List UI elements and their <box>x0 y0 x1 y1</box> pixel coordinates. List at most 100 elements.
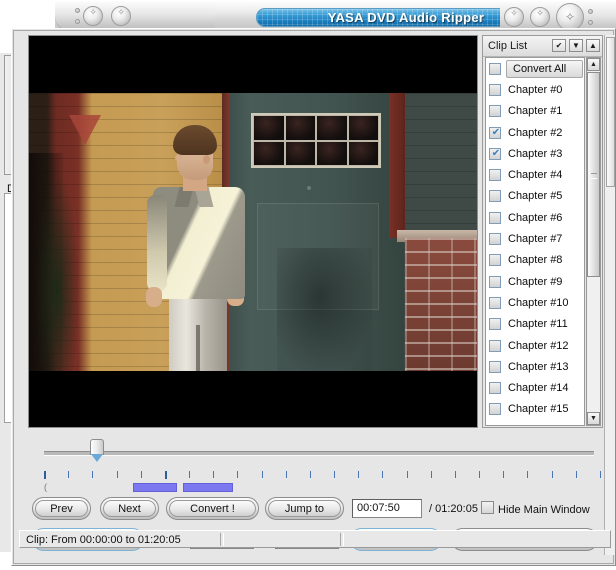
chapter-tick <box>92 471 93 478</box>
scroll-thumb[interactable] <box>587 72 600 277</box>
clip-list-item[interactable]: Chapter #10 <box>486 292 584 313</box>
nav-knob-right-3-icon[interactable]: ✧ <box>556 3 584 31</box>
title-bar-left-plate: ✧ ✧ <box>55 2 215 31</box>
clip-list-item[interactable]: Chapter #9 <box>486 271 584 292</box>
status-bar: Clip: From 00:00:00 to 01:20:05 <box>19 530 611 548</box>
window-body: Clip List ✔ ▼ ▲ Convert AllChapter #0Cha… <box>11 28 616 566</box>
clip-list-item[interactable]: Chapter #7 <box>486 228 584 249</box>
seek-thumb-pointer-icon <box>91 454 103 462</box>
clip-item-label: Chapter #8 <box>508 254 562 266</box>
diamond-glyph-icon: ✧ <box>531 8 549 26</box>
clip-list-item[interactable]: Chapter #2 <box>486 122 584 143</box>
window-scrollbar[interactable] <box>604 35 615 555</box>
clip-list-item[interactable]: Convert All <box>486 58 584 79</box>
scroll-down-button[interactable]: ▼ <box>587 412 600 425</box>
clip-list-item[interactable]: Chapter #4 <box>486 164 584 185</box>
clip-list-item[interactable]: Chapter #3 <box>486 143 584 164</box>
chapter-tick <box>431 471 432 478</box>
chapter-tick <box>286 471 287 478</box>
chapter-tick <box>44 471 46 479</box>
person-hand-left <box>146 287 162 307</box>
chapter-tick <box>576 471 577 478</box>
clip-list-item[interactable]: Chapter #14 <box>486 377 584 398</box>
convert-button[interactable]: Convert ! <box>166 497 259 520</box>
clip-checkbox[interactable] <box>489 382 501 394</box>
diamond-glyph-icon: ✧ <box>84 7 102 25</box>
clip-checkbox[interactable] <box>489 254 501 266</box>
clip-list-item[interactable] <box>486 420 584 426</box>
seek-thumb[interactable] <box>90 439 104 461</box>
check-all-button[interactable]: ✔ <box>552 39 566 52</box>
next-button[interactable]: Next <box>100 497 159 520</box>
clip-list-item[interactable]: Chapter #6 <box>486 207 584 228</box>
chapter-tick <box>382 471 383 478</box>
seek-area: ( <box>28 433 603 493</box>
prev-button-label: Prev <box>35 500 88 517</box>
hide-main-window-checkbox[interactable] <box>481 501 494 514</box>
clip-checkbox[interactable] <box>489 190 501 202</box>
move-up-button[interactable]: ▲ <box>586 39 600 52</box>
scene-door-knob <box>307 186 311 190</box>
clip-checkbox[interactable] <box>489 276 501 288</box>
chapter-tick <box>237 471 238 478</box>
clip-checkbox[interactable] <box>489 403 501 415</box>
chapter-tick <box>479 471 480 478</box>
clip-checkbox[interactable] <box>489 148 501 160</box>
video-preview[interactable] <box>28 35 478 428</box>
clip-checkbox[interactable] <box>489 233 501 245</box>
clip-item-label: Chapter #1 <box>508 105 562 117</box>
status-bar-divider <box>220 533 224 546</box>
window-scrollbar-thumb[interactable] <box>606 37 615 187</box>
clip-checkbox[interactable] <box>489 361 501 373</box>
clip-list-item[interactable]: Chapter #13 <box>486 356 584 377</box>
clip-item-label: Chapter #0 <box>508 84 562 96</box>
current-time-field[interactable]: 00:07:50 <box>352 499 422 518</box>
chapter-block[interactable] <box>183 483 233 492</box>
scene-pennant <box>69 115 101 145</box>
chapter-tick <box>310 471 311 478</box>
nav-knob-right-1-icon[interactable]: ✧ <box>504 7 524 27</box>
person-arm-left <box>147 195 167 291</box>
clip-checkbox[interactable] <box>489 425 501 426</box>
seek-track[interactable] <box>44 451 594 456</box>
chapter-tick <box>334 471 335 478</box>
clip-item-label: Chapter #7 <box>508 233 562 245</box>
clip-item-label: Chapter #5 <box>508 190 562 202</box>
clip-list-item[interactable]: Chapter #8 <box>486 250 584 271</box>
clip-list-item[interactable]: Chapter #12 <box>486 335 584 356</box>
clip-item-label: Chapter #9 <box>508 276 562 288</box>
clip-list-item[interactable]: Chapter #15 <box>486 399 584 420</box>
clip-list-items[interactable]: Convert All Chapter #0 Chapter #1 Chapter #… <box>485 57 585 426</box>
clip-checkbox[interactable] <box>489 297 501 309</box>
clip-item-label: Chapter #3 <box>508 148 562 160</box>
clip-checkbox[interactable] <box>489 105 501 117</box>
clip-checkbox[interactable] <box>489 169 501 181</box>
clip-list-item[interactable]: Chapter #5 <box>486 186 584 207</box>
nav-knob-left-2-icon[interactable]: ✧ <box>111 6 131 26</box>
clip-list-item[interactable]: Chapter #11 <box>486 314 584 335</box>
clip-item-label: Chapter #10 <box>508 297 569 309</box>
clip-checkbox[interactable] <box>489 318 501 330</box>
clip-checkbox[interactable] <box>489 84 501 96</box>
chapter-blocks[interactable] <box>44 483 600 493</box>
jump-to-button[interactable]: Jump to <box>265 497 344 520</box>
clip-list-item[interactable]: Chapter #1 <box>486 101 584 122</box>
clip-item-label: Chapter #12 <box>508 340 569 352</box>
chapter-block[interactable] <box>133 483 177 492</box>
clip-list-item[interactable]: Chapter #0 <box>486 79 584 100</box>
diamond-glyph-icon: ✧ <box>112 7 130 25</box>
nav-knob-left-1-icon[interactable]: ✧ <box>83 6 103 26</box>
main-window: YASA DVD Audio Ripper ✧ ✧ ✧ ✧ ✧ <box>4 0 616 566</box>
person-trouser-gap <box>196 325 200 371</box>
nav-knob-right-2-icon[interactable]: ✧ <box>530 7 550 27</box>
clip-checkbox[interactable] <box>489 212 501 224</box>
clip-checkbox[interactable] <box>489 127 501 139</box>
next-button-label: Next <box>103 500 156 517</box>
scroll-up-button[interactable]: ▲ <box>587 58 600 71</box>
clip-checkbox[interactable] <box>489 340 501 352</box>
chapter-tick <box>117 471 118 478</box>
move-down-button[interactable]: ▼ <box>569 39 583 52</box>
prev-button[interactable]: Prev <box>32 497 91 520</box>
clip-checkbox[interactable] <box>489 63 501 75</box>
clip-list-scrollbar[interactable]: ▲ ▼ <box>586 57 601 426</box>
